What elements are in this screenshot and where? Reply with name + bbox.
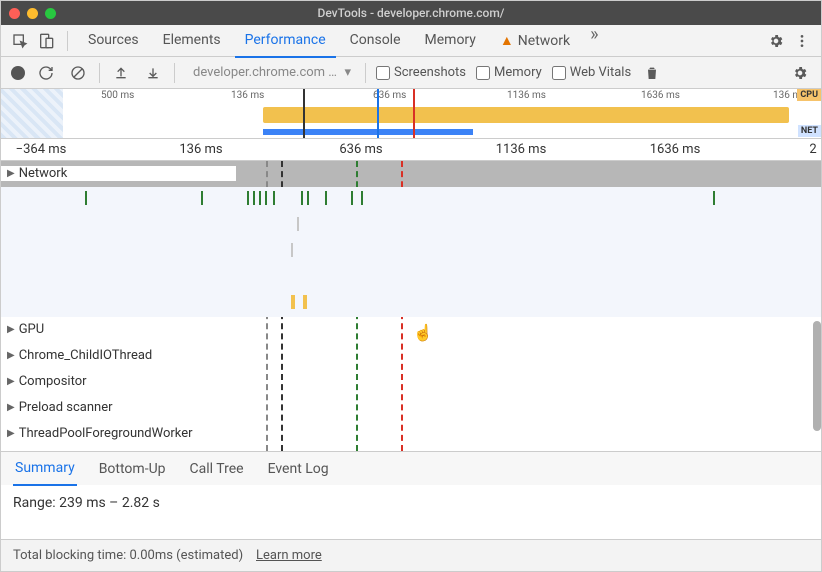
btab-call-tree[interactable]: Call Tree	[188, 453, 246, 485]
zoom-window-icon[interactable]	[45, 8, 56, 19]
track-threadpool[interactable]: ▶ThreadPoolForegroundWorker	[1, 421, 821, 447]
overview-cpu-label: CPU	[797, 89, 821, 101]
summary-range: Range: 239 ms – 2.82 s	[13, 495, 809, 511]
gpu-activity	[259, 191, 261, 205]
warning-icon: ▲	[500, 33, 514, 49]
divider	[99, 63, 100, 83]
overview-net-band	[263, 129, 473, 135]
window-title: DevTools - developer.chrome.com/	[1, 6, 821, 20]
learn-more-link[interactable]: Learn more	[256, 548, 322, 563]
gpu-activity	[273, 191, 275, 205]
download-icon[interactable]	[142, 62, 164, 84]
gpu-activity	[713, 191, 715, 205]
gpu-activity	[307, 191, 309, 205]
btab-summary[interactable]: Summary	[13, 452, 77, 486]
overview-tick: 1136 ms	[507, 90, 546, 101]
upload-icon[interactable]	[110, 62, 132, 84]
kebab-menu-icon[interactable]	[791, 30, 813, 52]
clear-icon[interactable]	[67, 62, 89, 84]
ruler-tick: 2	[809, 142, 816, 157]
gpu-activity	[265, 191, 267, 205]
panel-tabs: Sources Elements Performance Console Mem…	[78, 24, 761, 57]
tab-performance[interactable]: Performance	[235, 24, 336, 58]
ruler-tick: 136 ms	[179, 142, 222, 157]
gpu-activity	[247, 191, 249, 205]
record-button-icon[interactable]	[11, 66, 25, 80]
screenshots-label: Screenshots	[394, 65, 466, 80]
trash-icon[interactable]	[641, 62, 663, 84]
screenshots-input[interactable]	[376, 66, 390, 80]
overview-tick: 1636 ms	[641, 90, 680, 101]
perf-toolbar: developer.chrome.com … Screenshots Memor…	[1, 57, 821, 89]
device-mode-icon[interactable]	[35, 30, 57, 52]
tab-elements[interactable]: Elements	[153, 24, 231, 57]
divider	[174, 63, 175, 83]
mac-titlebar: DevTools - developer.chrome.com/	[1, 1, 821, 25]
overview-body[interactable]: 500 ms 136 ms 636 ms 1136 ms 1636 ms 136…	[63, 89, 821, 138]
overview-marker	[377, 89, 379, 138]
memory-label: Memory	[494, 65, 542, 80]
close-window-icon[interactable]	[9, 8, 20, 19]
web-vitals-checkbox[interactable]: Web Vitals	[552, 65, 631, 80]
activity-tick	[291, 243, 293, 257]
ruler-tick: 1636 ms	[650, 142, 701, 157]
gpu-activity	[301, 191, 303, 205]
gpu-activity	[351, 191, 353, 205]
gpu-activity	[361, 191, 363, 205]
screenshots-checkbox[interactable]: Screenshots	[376, 65, 466, 80]
overview-mini[interactable]: 500 ms 136 ms 636 ms 1136 ms 1636 ms 136…	[1, 89, 821, 139]
track-body[interactable]	[1, 289, 821, 452]
ruler-tick: 1136 ms	[496, 142, 547, 157]
tab-console[interactable]: Console	[340, 24, 411, 57]
inspect-element-icon[interactable]	[9, 30, 31, 52]
activity-tick	[297, 217, 299, 231]
overview-tick: 500 ms	[101, 90, 134, 101]
traffic-lights	[9, 8, 56, 19]
tbt-text: Total blocking time: 0.00ms (estimated)	[13, 548, 243, 563]
memory-input[interactable]	[476, 66, 490, 80]
capture-settings-gear-icon[interactable]	[789, 62, 811, 84]
tab-network-label: Network	[518, 33, 570, 49]
flame-chart[interactable]: ▶Network develope r ai… sa… cy… fa… ▶GPU	[1, 161, 821, 451]
ruler-tick: −364 ms	[16, 142, 67, 157]
btab-event-log[interactable]: Event Log	[266, 453, 331, 485]
tab-memory[interactable]: Memory	[415, 24, 486, 57]
web-vitals-input[interactable]	[552, 66, 566, 80]
overview-tick: 136 ms	[231, 90, 264, 101]
gpu-activity	[325, 191, 327, 205]
gpu-activity	[85, 191, 87, 205]
tab-network[interactable]: ▲Network	[490, 24, 580, 57]
tab-sources[interactable]: Sources	[78, 24, 149, 57]
activity-tick	[291, 295, 295, 309]
scrollbar-thumb[interactable]	[813, 321, 821, 431]
reload-icon[interactable]	[35, 62, 57, 84]
overview-marker	[303, 89, 305, 138]
memory-checkbox[interactable]: Memory	[476, 65, 542, 80]
main-toolbar: Sources Elements Performance Console Mem…	[1, 25, 821, 57]
footer-bar: Total blocking time: 0.00ms (estimated) …	[1, 539, 821, 571]
details-tabs: Summary Bottom-Up Call Tree Event Log	[1, 451, 821, 485]
activity-tick	[303, 295, 307, 309]
ruler-tick: 636 ms	[339, 142, 382, 157]
gpu-activity	[253, 191, 255, 205]
track-network[interactable]: ▶Network develope r ai… sa… cy… fa…	[1, 161, 821, 187]
divider	[365, 63, 366, 83]
overview-net-label: NET	[798, 125, 821, 137]
overview-ticks: 500 ms 136 ms 636 ms 1136 ms 1636 ms 136…	[63, 89, 821, 103]
minimize-window-icon[interactable]	[27, 8, 38, 19]
timeline-ruler[interactable]: −364 ms 136 ms 636 ms 1136 ms 1636 ms 2	[1, 139, 821, 161]
summary-panel: Range: 239 ms – 2.82 s	[1, 485, 821, 521]
overview-marker	[413, 89, 415, 138]
gpu-activity	[201, 191, 203, 205]
tabs-overflow-icon[interactable]: »	[584, 24, 604, 57]
target-dropdown[interactable]: developer.chrome.com …	[185, 63, 355, 82]
btab-bottom-up[interactable]: Bottom-Up	[97, 453, 168, 485]
overview-cpu-band	[263, 107, 789, 123]
web-vitals-label: Web Vitals	[570, 65, 631, 80]
gear-icon[interactable]	[765, 30, 787, 52]
divider	[67, 31, 68, 51]
overview-scrubber-left[interactable]	[1, 89, 63, 138]
